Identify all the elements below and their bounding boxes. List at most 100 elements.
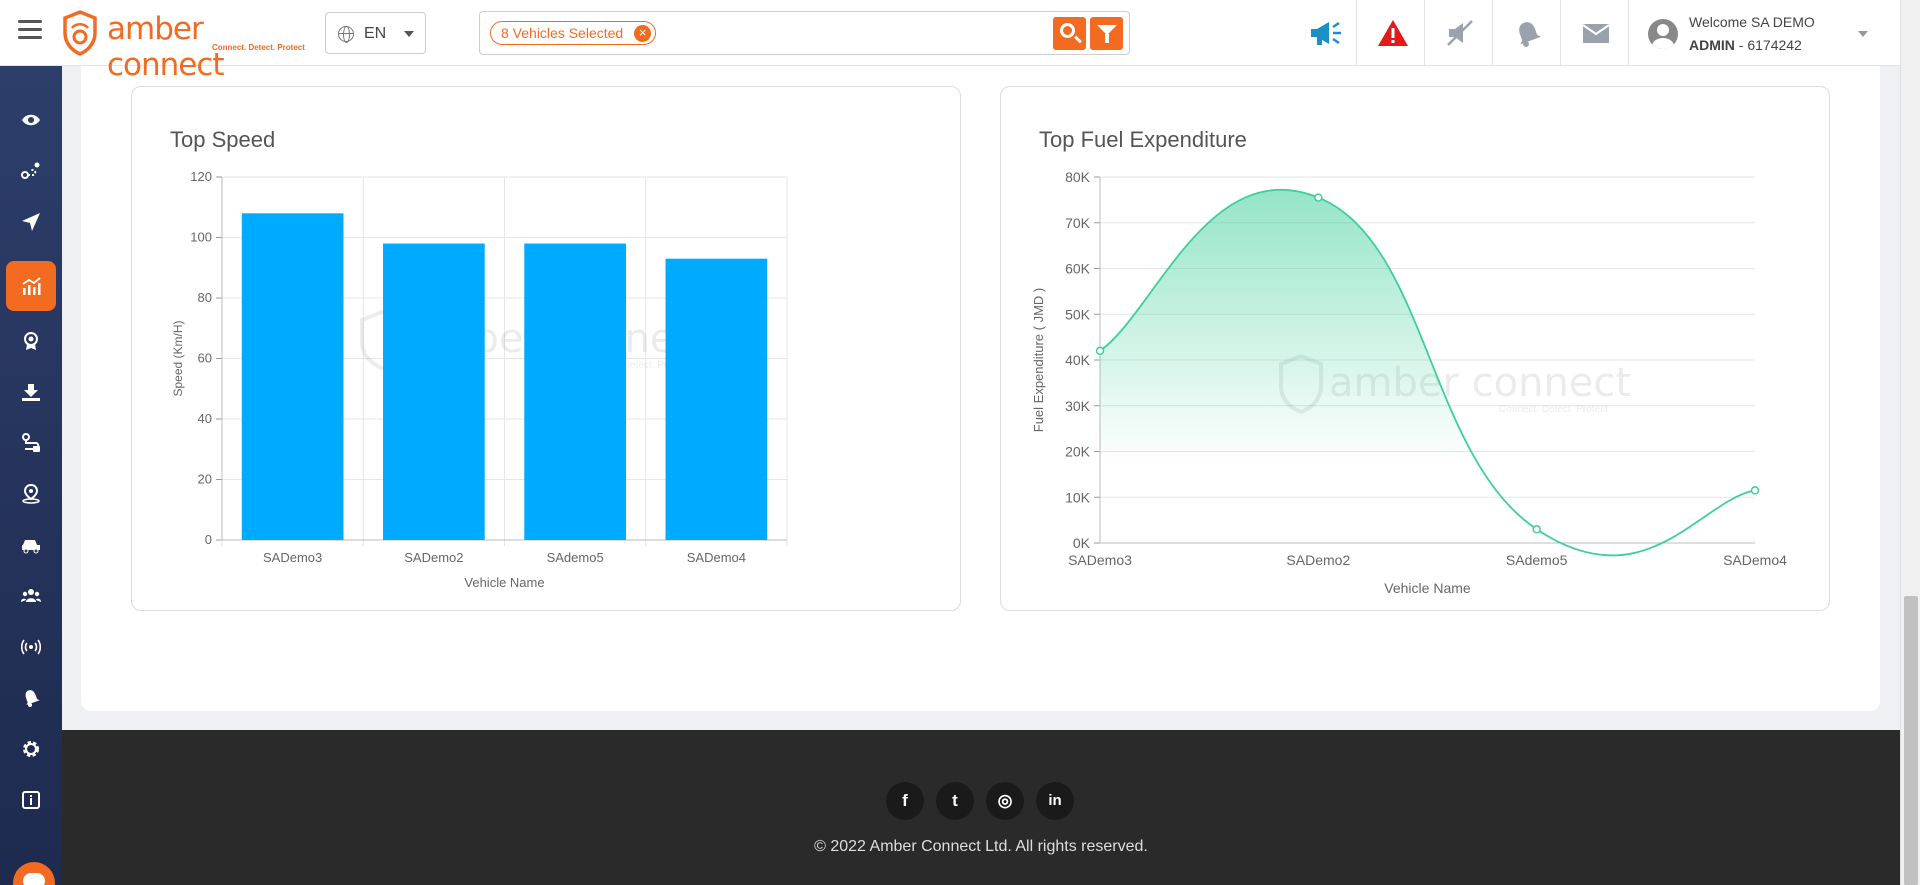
y-tick-label: 0 xyxy=(205,532,212,547)
y-tick-label: 80K xyxy=(1065,169,1091,185)
download-icon xyxy=(22,384,40,401)
y-tick-label: 60K xyxy=(1065,261,1091,277)
dashboard-panel: Top Speed 020406080100120amber connectCo… xyxy=(81,66,1880,711)
alert-icon xyxy=(1378,20,1408,46)
chevron-down-icon xyxy=(404,31,414,37)
y-tick-label: 30K xyxy=(1065,398,1091,414)
twitter-link[interactable]: t xyxy=(936,782,974,820)
notifications-button[interactable] xyxy=(1493,0,1561,66)
instagram-link[interactable]: ◎ xyxy=(986,782,1024,820)
search-button[interactable] xyxy=(1053,17,1086,50)
watermark-tagline: Connect. Detect. Protect xyxy=(1499,404,1608,415)
messages-button[interactable] xyxy=(1561,0,1629,66)
language-code: EN xyxy=(364,25,387,42)
alerts-button[interactable] xyxy=(1357,0,1425,66)
y-tick-label: 40K xyxy=(1065,352,1091,368)
y-tick-label: 40 xyxy=(198,411,212,426)
sidebar-item-badges[interactable] xyxy=(6,316,56,366)
sidebar-item-navigation[interactable] xyxy=(6,197,56,247)
y-axis-label: Speed (Km/H) xyxy=(171,320,185,396)
mute-button[interactable] xyxy=(1425,0,1493,66)
facebook-link[interactable]: f xyxy=(886,782,924,820)
navigation-icon xyxy=(22,213,40,231)
logo-tagline: Connect. Detect. Protect xyxy=(212,43,305,52)
filter-button[interactable] xyxy=(1090,17,1123,50)
language-select[interactable]: EN xyxy=(325,12,426,54)
y-tick-label: 50K xyxy=(1065,306,1091,322)
location-pin-icon xyxy=(22,484,40,504)
data-point xyxy=(1532,525,1541,534)
signal-icon xyxy=(21,639,41,655)
sidebar-item-locations[interactable] xyxy=(6,469,56,519)
filter-icon xyxy=(1097,25,1117,43)
sidebar-item-trips[interactable] xyxy=(6,418,56,468)
y-tick-label: 20 xyxy=(198,472,212,487)
sidebar-item-notifications[interactable] xyxy=(6,673,56,723)
vehicle-icon xyxy=(22,540,40,554)
y-tick-label: 0K xyxy=(1073,535,1091,551)
chip-label: 8 Vehicles Selected xyxy=(501,25,624,41)
user-welcome: Welcome SA DEMO xyxy=(1689,14,1815,30)
top-speed-card: Top Speed 020406080100120amber connectCo… xyxy=(131,86,961,611)
sidebar xyxy=(0,66,62,885)
chevron-down-icon xyxy=(1858,31,1868,37)
notification-icon xyxy=(25,690,40,707)
badge-icon xyxy=(24,332,38,350)
x-axis-label: Vehicle Name xyxy=(464,575,544,590)
linkedin-link[interactable]: in xyxy=(1036,782,1074,820)
menu-icon[interactable] xyxy=(18,20,42,40)
logo-shield-icon xyxy=(63,10,97,56)
y-tick-label: 10K xyxy=(1065,489,1091,505)
linkedin-icon: in xyxy=(1048,792,1062,809)
sidebar-item-vehicles[interactable] xyxy=(6,520,56,570)
y-tick-label: 60 xyxy=(198,351,212,366)
bar xyxy=(524,243,626,541)
y-tick-label: 100 xyxy=(190,230,212,245)
fuel-expenditure-chart: 0K10K20K30K40K50K60K70K80Kamber connectC… xyxy=(1031,169,1787,596)
fuel-expenditure-card: Top Fuel Expenditure 0K 10K 20K 30K 40K 50K 60… xyxy=(1000,86,1830,611)
footer: f t ◎ in © 2022 Amber Connect Ltd. All r… xyxy=(62,730,1900,885)
sidebar-item-users[interactable] xyxy=(6,571,56,621)
y-tick-label: 80 xyxy=(198,290,212,305)
x-tick-label: SADemo3 xyxy=(263,550,322,565)
y-tick-label: 70K xyxy=(1065,215,1091,231)
x-tick-label: SAdemo5 xyxy=(547,550,604,565)
search-icon xyxy=(1060,23,1075,38)
eye-icon xyxy=(22,114,40,126)
data-point xyxy=(1095,346,1105,356)
bell-icon xyxy=(1519,22,1542,47)
megaphone-icon xyxy=(1311,21,1341,45)
user-menu[interactable]: Welcome SA DEMO ADMIN - 6174242 xyxy=(1648,10,1888,56)
y-tick-label: 20K xyxy=(1065,444,1091,460)
clear-chip-icon[interactable]: × xyxy=(634,25,652,42)
instagram-icon: ◎ xyxy=(997,791,1013,810)
mute-icon xyxy=(1447,20,1473,46)
sidebar-item-routes[interactable] xyxy=(6,146,56,196)
logo[interactable]: amber connect Connect. Detect. Protect xyxy=(60,9,310,83)
top-speed-chart: 020406080100120amber connectConnect. Det… xyxy=(171,169,788,590)
data-point xyxy=(1314,193,1323,202)
x-tick-label: SADemo3 xyxy=(1068,552,1132,568)
sidebar-item-analytics[interactable] xyxy=(6,261,56,311)
x-tick-label: SAdemo5 xyxy=(1506,552,1568,568)
settings-icon xyxy=(23,741,39,757)
copyright: © 2022 Amber Connect Ltd. All rights res… xyxy=(814,838,1148,855)
vehicles-selected-chip[interactable]: 8 Vehicles Selected × xyxy=(490,21,657,45)
scrollbar-thumb[interactable] xyxy=(1904,596,1918,885)
bar xyxy=(383,243,485,541)
trips-icon xyxy=(22,433,40,452)
sidebar-item-settings[interactable] xyxy=(6,724,56,774)
x-axis-label: Vehicle Name xyxy=(1384,580,1471,596)
vehicle-search-box[interactable]: 8 Vehicles Selected × xyxy=(479,11,1130,55)
x-tick-label: SADemo2 xyxy=(1286,552,1350,568)
page-scrollbar[interactable] xyxy=(1900,0,1920,885)
announcements-button[interactable] xyxy=(1289,0,1357,66)
sidebar-item-info[interactable] xyxy=(6,775,56,825)
users-icon xyxy=(21,589,41,602)
y-axis-label: Fuel Expenditure ( JMD ) xyxy=(1031,288,1046,433)
sidebar-item-signal[interactable] xyxy=(6,622,56,672)
twitter-icon: t xyxy=(952,791,958,810)
sidebar-item-downloads[interactable] xyxy=(6,367,56,417)
avatar xyxy=(1648,19,1678,49)
sidebar-item-live[interactable] xyxy=(6,95,56,145)
